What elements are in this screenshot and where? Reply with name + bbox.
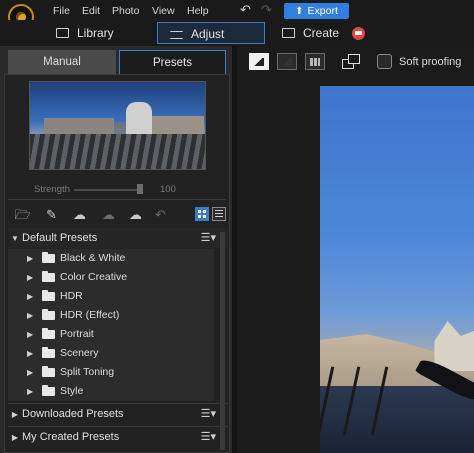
export-icon: ⬆ (295, 6, 304, 17)
list-item[interactable]: ▶ Scenery (8, 344, 214, 363)
preset-folder-label: Scenery (60, 347, 99, 359)
tab-adjust-label: Adjust (191, 27, 225, 41)
strength-label: Strength (34, 184, 70, 195)
menu-help[interactable]: Help (187, 5, 209, 17)
chevron-right-icon: ▶ (27, 330, 34, 339)
chevron-right-icon: ▶ (11, 410, 19, 419)
folder-icon (42, 366, 55, 377)
list-view-icon[interactable] (212, 207, 226, 221)
list-item[interactable]: ▶ Style (8, 382, 214, 401)
chevron-right-icon: ▶ (27, 349, 34, 358)
group-downloaded-label: Downloaded Presets (22, 408, 124, 420)
tab-create-label: Create (303, 26, 340, 40)
create-icon (282, 28, 295, 38)
import-preset-icon[interactable]: ☁ (71, 206, 88, 223)
soft-proofing-checkbox[interactable] (377, 54, 392, 69)
preset-folder-label: Portrait (60, 328, 94, 340)
tab-presets[interactable]: Presets (119, 50, 226, 74)
share-preset-icon[interactable]: ☁ (100, 206, 117, 223)
list-item[interactable]: ▶ HDR (8, 287, 214, 306)
chevron-right-icon: ▶ (27, 292, 34, 301)
tab-adjust[interactable]: Adjust (157, 22, 265, 44)
folder-icon (42, 385, 55, 396)
tab-create[interactable]: Create (282, 22, 339, 44)
redo-icon[interactable]: ↷ (261, 3, 272, 16)
sliders-icon (170, 31, 183, 39)
list-item[interactable]: ▶ Black & White (8, 249, 214, 268)
grid-view-icon[interactable] (195, 207, 209, 221)
strength-value: 100 (160, 184, 176, 195)
group-menu-icon[interactable]: ☰▾ (201, 404, 216, 424)
folder-icon (42, 309, 55, 320)
group-default-presets[interactable]: ▼ Default Presets ☰▾ (8, 228, 228, 248)
folder-icon (42, 328, 55, 339)
strength-slider-handle[interactable] (137, 184, 143, 194)
preset-folder-label: HDR (Effect) (60, 309, 120, 321)
add-preset-folder-icon[interactable]: 🗁 (14, 206, 31, 223)
edit-preset-icon[interactable]: ✎ (43, 206, 60, 223)
before-after-view-icon[interactable] (277, 53, 297, 70)
list-item[interactable]: ▶ Color Creative (8, 268, 214, 287)
group-default-label: Default Presets (22, 232, 98, 244)
group-my-created-label: My Created Presets (22, 431, 120, 443)
folder-icon (42, 252, 55, 263)
preset-folder-label: Black & White (60, 252, 126, 264)
compare-icon[interactable] (342, 54, 360, 69)
chevron-right-icon: ▶ (27, 387, 34, 396)
undo-preset-icon[interactable]: ↶ (152, 206, 169, 223)
list-item[interactable]: ▶ Portrait (8, 325, 214, 344)
menu-photo[interactable]: Photo (112, 5, 139, 17)
group-my-created-presets[interactable]: ▶ My Created Presets ☰▾ (8, 426, 228, 446)
list-item[interactable]: ▶ Split Toning (8, 363, 214, 382)
undo-icon[interactable]: ↶ (240, 3, 251, 16)
preset-folder-label: Split Toning (60, 366, 115, 378)
menu-edit[interactable]: Edit (82, 5, 100, 17)
soft-proofing-label: Soft proofing (399, 56, 462, 68)
cloud-icon[interactable]: ☁ (127, 206, 144, 223)
title-bar: File Edit Photo View Help ↶ ↷ ⬆ Export (0, 0, 474, 30)
preset-folder-label: Style (60, 385, 84, 397)
preset-folder-label: HDR (60, 290, 83, 302)
main-photo (320, 86, 474, 453)
folder-icon (42, 290, 55, 301)
group-downloaded-presets[interactable]: ▶ Downloaded Presets ☰▾ (8, 403, 228, 423)
chevron-right-icon: ▶ (27, 254, 34, 263)
export-label: Export (307, 5, 338, 17)
chevron-down-icon: ▼ (11, 234, 19, 243)
preset-folder-list: ▶ Black & White ▶ Color Creative ▶ HDR ▶ HDR… (8, 249, 214, 401)
library-icon (56, 28, 69, 38)
module-bar: Library Adjust Create (0, 20, 474, 46)
tab-library-label: Library (77, 26, 114, 40)
group-menu-icon[interactable]: ☰▾ (201, 427, 216, 447)
divider (8, 199, 226, 200)
chevron-right-icon: ▶ (27, 311, 34, 320)
single-view-icon[interactable] (249, 53, 269, 70)
create-badge-icon[interactable] (352, 27, 365, 40)
list-item[interactable]: ▶ HDR (Effect) (8, 306, 214, 325)
export-button[interactable]: ⬆ Export (284, 3, 349, 19)
tab-library[interactable]: Library (56, 22, 114, 44)
folder-icon (42, 271, 55, 282)
multi-view-icon[interactable] (305, 53, 325, 70)
tab-manual[interactable]: Manual (8, 50, 116, 74)
menu-file[interactable]: File (53, 5, 70, 17)
group-menu-icon[interactable]: ☰▾ (201, 228, 216, 248)
folder-icon (42, 347, 55, 358)
chevron-right-icon: ▶ (27, 273, 34, 282)
menu-view[interactable]: View (152, 5, 175, 17)
chevron-right-icon: ▶ (27, 368, 34, 377)
strength-slider[interactable] (74, 189, 142, 191)
chevron-right-icon: ▶ (11, 433, 19, 442)
preset-folder-label: Color Creative (60, 271, 128, 283)
preset-preview-image (29, 81, 206, 170)
